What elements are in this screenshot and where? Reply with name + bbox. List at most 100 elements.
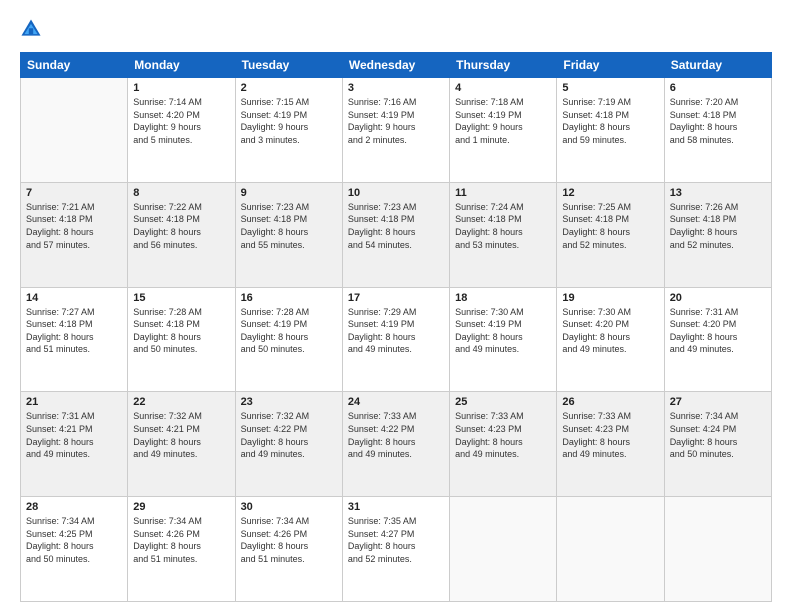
- day-number: 30: [241, 501, 337, 513]
- calendar-cell: 3 Sunrise: 7:16 AMSunset: 4:19 PMDaylight…: [342, 78, 449, 183]
- day-info: Sunrise: 7:29 AMSunset: 4:19 PMDaylight:…: [348, 306, 444, 356]
- day-info: Sunrise: 7:33 AMSunset: 4:22 PMDaylight:…: [348, 410, 444, 460]
- day-number: 29: [133, 501, 229, 513]
- calendar-cell: 2 Sunrise: 7:15 AMSunset: 4:19 PMDaylight…: [235, 78, 342, 183]
- week-row-3: 14Sunrise: 7:27 AMSunset: 4:18 PMDayligh…: [21, 287, 772, 392]
- day-number: 16: [241, 292, 337, 304]
- weekday-header-friday: Friday: [557, 53, 664, 78]
- day-number: 15: [133, 292, 229, 304]
- calendar-cell: 4Sunrise: 7:18 AMSunset: 4:19 PMDaylight…: [450, 78, 557, 183]
- day-info: Sunrise: 7:16 AMSunset: 4:19 PMDaylight:…: [348, 96, 444, 146]
- week-row-2: 7 Sunrise: 7:21 AMSunset: 4:18 PMDaylight…: [21, 182, 772, 287]
- day-number: 19: [562, 292, 658, 304]
- day-info: Sunrise: 7:32 AMSunset: 4:21 PMDaylight:…: [133, 410, 229, 460]
- day-info: Sunrise: 7:27 AMSunset: 4:18 PMDaylight:…: [26, 306, 122, 356]
- day-number: 22: [133, 396, 229, 408]
- page: SundayMondayTuesdayWednesdayThursdayFrid…: [0, 0, 792, 612]
- calendar-cell: 7 Sunrise: 7:21 AMSunset: 4:18 PMDaylight…: [21, 182, 128, 287]
- day-info: Sunrise: 7:32 AMSunset: 4:22 PMDaylight:…: [241, 410, 337, 460]
- day-info: Sunrise: 7:23 AMSunset: 4:18 PMDaylight:…: [348, 201, 444, 251]
- day-info: Sunrise: 7:34 AMSunset: 4:26 PMDaylight:…: [133, 515, 229, 565]
- day-number: 20: [670, 292, 766, 304]
- day-number: 11: [455, 187, 551, 199]
- weekday-header-wednesday: Wednesday: [342, 53, 449, 78]
- calendar-table: SundayMondayTuesdayWednesdayThursdayFrid…: [20, 52, 772, 602]
- calendar-cell: 29 Sunrise: 7:34 AMSunset: 4:26 PMDayligh…: [128, 497, 235, 602]
- day-info: Sunrise: 7:35 AMSunset: 4:27 PMDaylight:…: [348, 515, 444, 565]
- calendar-cell: 14Sunrise: 7:27 AMSunset: 4:18 PMDayligh…: [21, 287, 128, 392]
- day-info: Sunrise: 7:34 AMSunset: 4:24 PMDaylight:…: [670, 410, 766, 460]
- day-info: Sunrise: 7:31 AMSunset: 4:20 PMDaylight:…: [670, 306, 766, 356]
- day-number: 9: [241, 187, 337, 199]
- logo-icon: [20, 18, 42, 40]
- logo: [20, 18, 46, 40]
- day-info: Sunrise: 7:21 AMSunset: 4:18 PMDaylight:…: [26, 201, 122, 251]
- calendar-cell: 30 Sunrise: 7:34 AMSunset: 4:26 PMDayligh…: [235, 497, 342, 602]
- day-info: Sunrise: 7:33 AMSunset: 4:23 PMDaylight:…: [562, 410, 658, 460]
- calendar-cell: 9Sunrise: 7:23 AMSunset: 4:18 PMDaylight…: [235, 182, 342, 287]
- calendar-cell: 17 Sunrise: 7:29 AMSunset: 4:19 PMDayligh…: [342, 287, 449, 392]
- calendar-cell: 21 Sunrise: 7:31 AMSunset: 4:21 PMDayligh…: [21, 392, 128, 497]
- day-info: Sunrise: 7:22 AMSunset: 4:18 PMDaylight:…: [133, 201, 229, 251]
- weekday-header-row: SundayMondayTuesdayWednesdayThursdayFrid…: [21, 53, 772, 78]
- day-number: 5: [562, 82, 658, 94]
- day-info: Sunrise: 7:24 AMSunset: 4:18 PMDaylight:…: [455, 201, 551, 251]
- day-info: Sunrise: 7:34 AMSunset: 4:26 PMDaylight:…: [241, 515, 337, 565]
- day-info: Sunrise: 7:20 AMSunset: 4:18 PMDaylight:…: [670, 96, 766, 146]
- calendar-cell: 28 Sunrise: 7:34 AMSunset: 4:25 PMDayligh…: [21, 497, 128, 602]
- calendar-cell: [557, 497, 664, 602]
- day-number: 12: [562, 187, 658, 199]
- calendar-cell: 27Sunrise: 7:34 AMSunset: 4:24 PMDayligh…: [664, 392, 771, 497]
- calendar-cell: 16 Sunrise: 7:28 AMSunset: 4:19 PMDayligh…: [235, 287, 342, 392]
- calendar-cell: 24Sunrise: 7:33 AMSunset: 4:22 PMDayligh…: [342, 392, 449, 497]
- day-number: 1: [133, 82, 229, 94]
- day-number: 10: [348, 187, 444, 199]
- day-number: 2: [241, 82, 337, 94]
- day-info: Sunrise: 7:26 AMSunset: 4:18 PMDaylight:…: [670, 201, 766, 251]
- weekday-header-sunday: Sunday: [21, 53, 128, 78]
- day-info: Sunrise: 7:30 AMSunset: 4:20 PMDaylight:…: [562, 306, 658, 356]
- day-number: 17: [348, 292, 444, 304]
- calendar-cell: 18 Sunrise: 7:30 AMSunset: 4:19 PMDayligh…: [450, 287, 557, 392]
- calendar-cell: 10 Sunrise: 7:23 AMSunset: 4:18 PMDayligh…: [342, 182, 449, 287]
- day-number: 13: [670, 187, 766, 199]
- calendar-cell: 1 Sunrise: 7:14 AMSunset: 4:20 PMDaylight…: [128, 78, 235, 183]
- day-info: Sunrise: 7:28 AMSunset: 4:19 PMDaylight:…: [241, 306, 337, 356]
- day-number: 23: [241, 396, 337, 408]
- day-info: Sunrise: 7:34 AMSunset: 4:25 PMDaylight:…: [26, 515, 122, 565]
- day-info: Sunrise: 7:30 AMSunset: 4:19 PMDaylight:…: [455, 306, 551, 356]
- calendar-cell: 15Sunrise: 7:28 AMSunset: 4:18 PMDayligh…: [128, 287, 235, 392]
- week-row-4: 21 Sunrise: 7:31 AMSunset: 4:21 PMDayligh…: [21, 392, 772, 497]
- day-info: Sunrise: 7:15 AMSunset: 4:19 PMDaylight:…: [241, 96, 337, 146]
- calendar-cell: [664, 497, 771, 602]
- calendar-cell: 22 Sunrise: 7:32 AMSunset: 4:21 PMDayligh…: [128, 392, 235, 497]
- calendar-cell: 8 Sunrise: 7:22 AMSunset: 4:18 PMDaylight…: [128, 182, 235, 287]
- day-info: Sunrise: 7:14 AMSunset: 4:20 PMDaylight:…: [133, 96, 229, 146]
- day-number: 28: [26, 501, 122, 513]
- day-info: Sunrise: 7:19 AMSunset: 4:18 PMDaylight:…: [562, 96, 658, 146]
- day-number: 26: [562, 396, 658, 408]
- week-row-5: 28 Sunrise: 7:34 AMSunset: 4:25 PMDayligh…: [21, 497, 772, 602]
- weekday-header-monday: Monday: [128, 53, 235, 78]
- day-number: 21: [26, 396, 122, 408]
- calendar-cell: 13 Sunrise: 7:26 AMSunset: 4:18 PMDayligh…: [664, 182, 771, 287]
- week-row-1: 1 Sunrise: 7:14 AMSunset: 4:20 PMDaylight…: [21, 78, 772, 183]
- day-info: Sunrise: 7:33 AMSunset: 4:23 PMDaylight:…: [455, 410, 551, 460]
- calendar-cell: 23 Sunrise: 7:32 AMSunset: 4:22 PMDayligh…: [235, 392, 342, 497]
- calendar-cell: 20 Sunrise: 7:31 AMSunset: 4:20 PMDayligh…: [664, 287, 771, 392]
- day-number: 3: [348, 82, 444, 94]
- calendar-cell: 19 Sunrise: 7:30 AMSunset: 4:20 PMDayligh…: [557, 287, 664, 392]
- header: [20, 18, 772, 40]
- calendar-cell: [450, 497, 557, 602]
- calendar-cell: 5 Sunrise: 7:19 AMSunset: 4:18 PMDaylight…: [557, 78, 664, 183]
- day-number: 7: [26, 187, 122, 199]
- calendar-cell: [21, 78, 128, 183]
- calendar-cell: 6Sunrise: 7:20 AMSunset: 4:18 PMDaylight…: [664, 78, 771, 183]
- calendar-cell: 31Sunrise: 7:35 AMSunset: 4:27 PMDayligh…: [342, 497, 449, 602]
- day-number: 8: [133, 187, 229, 199]
- day-info: Sunrise: 7:18 AMSunset: 4:19 PMDaylight:…: [455, 96, 551, 146]
- day-info: Sunrise: 7:31 AMSunset: 4:21 PMDaylight:…: [26, 410, 122, 460]
- day-number: 18: [455, 292, 551, 304]
- weekday-header-saturday: Saturday: [664, 53, 771, 78]
- weekday-header-tuesday: Tuesday: [235, 53, 342, 78]
